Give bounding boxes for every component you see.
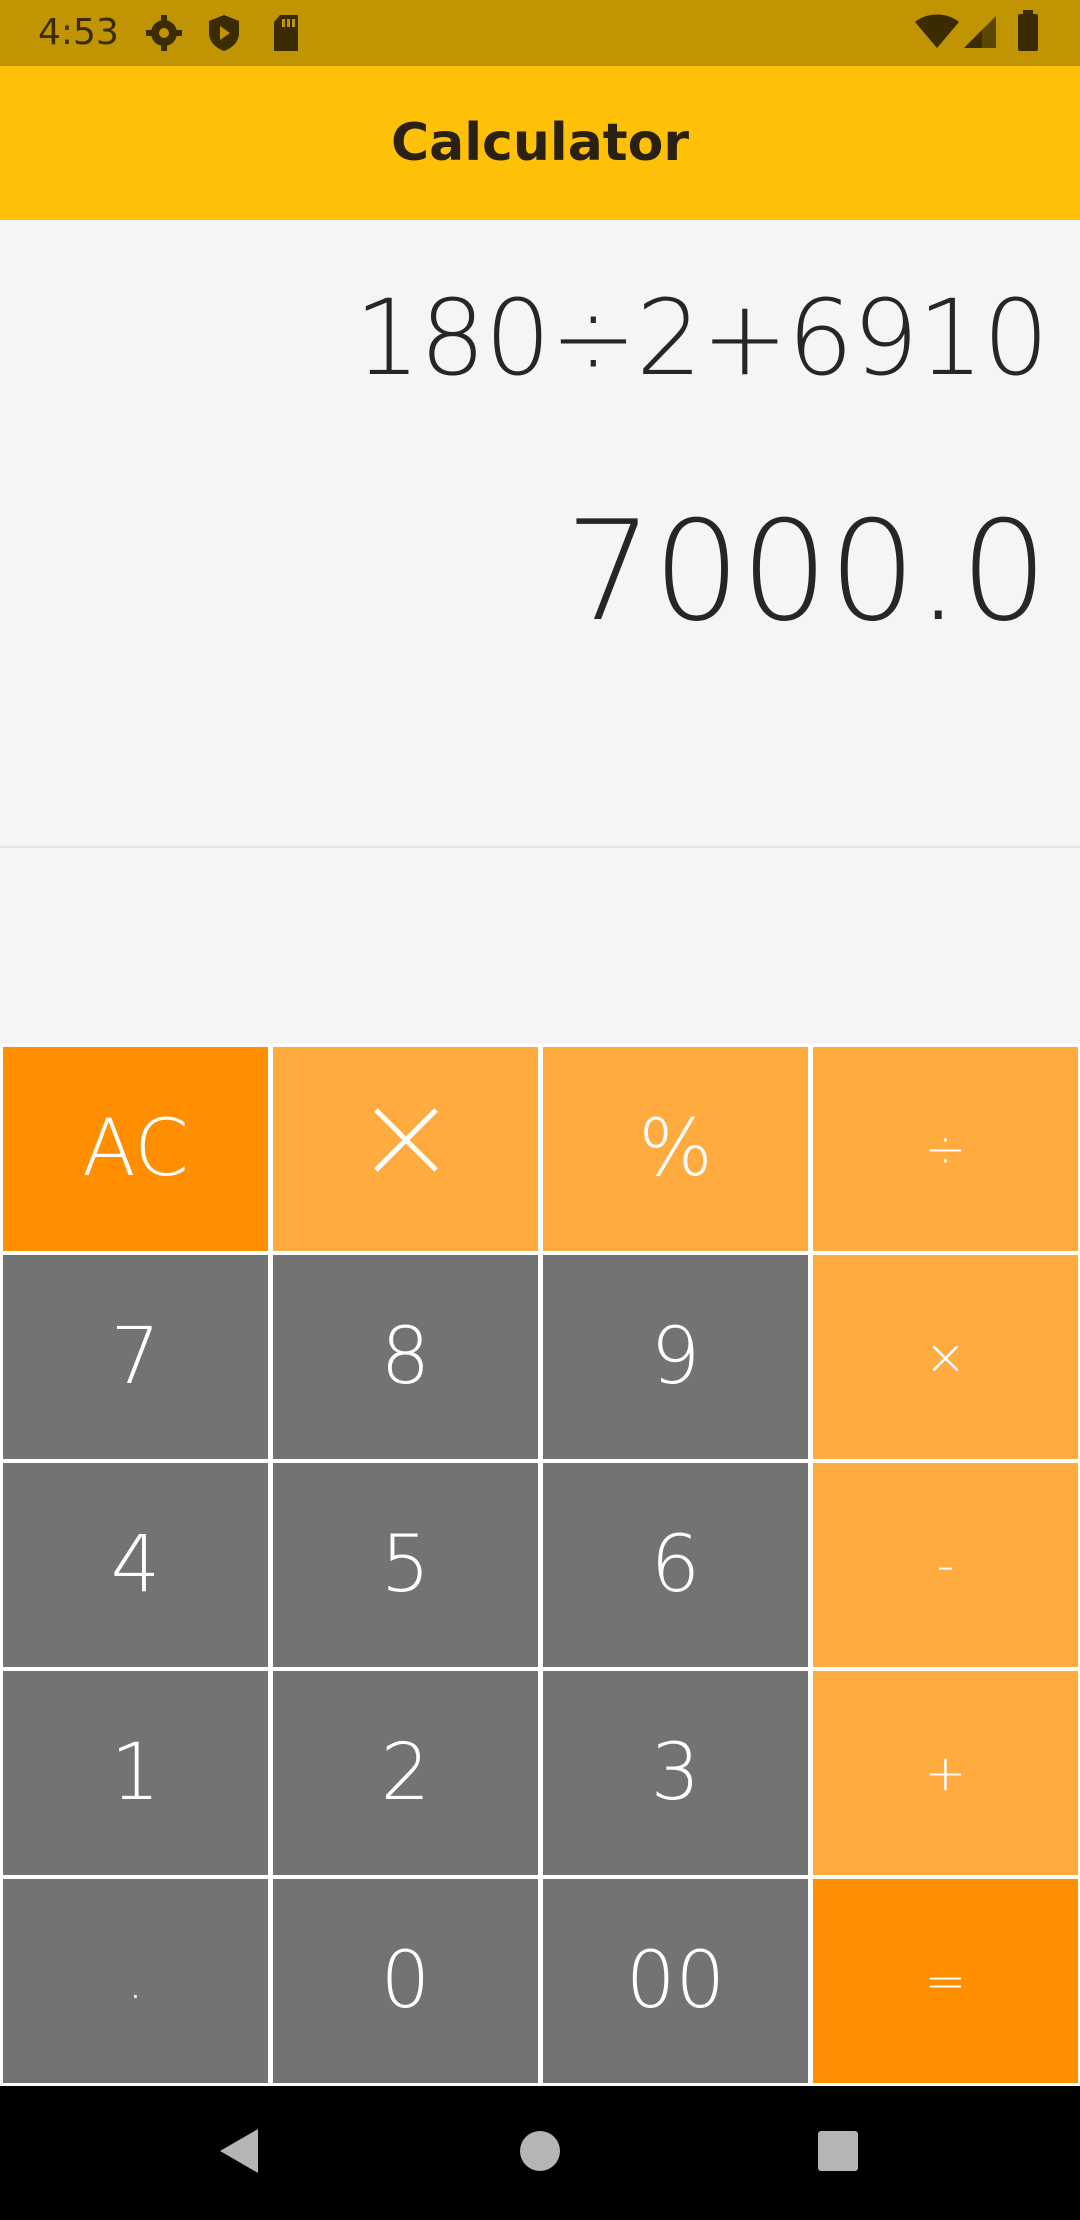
add-label: + [924, 1744, 967, 1802]
calculator-display: 180÷2+6910 7000.0 [0, 220, 1080, 848]
digit-2-button[interactable]: 2 [273, 1671, 538, 1875]
status-time: 4:53 [38, 12, 119, 53]
page-title: Calculator [390, 113, 690, 173]
digit-label: 6 [650, 1520, 701, 1610]
home-circle-icon [518, 2129, 562, 2177]
status-bar: 4:53 [0, 0, 1080, 66]
shield-play-icon [206, 13, 242, 57]
digit-label: 0 [380, 1936, 431, 2026]
recents-button[interactable] [798, 2086, 878, 2220]
digit-8-button[interactable]: 8 [273, 1255, 538, 1459]
percent-label: % [638, 1104, 713, 1194]
back-triangle-icon [218, 2127, 262, 2179]
cell-signal-icon [962, 14, 998, 54]
decimal-button[interactable]: . [3, 1879, 268, 2083]
result-text: 7000.0 [565, 491, 1048, 652]
double-zero-button[interactable]: 00 [543, 1879, 808, 2083]
digit-label: 9 [650, 1312, 701, 1402]
digit-1-button[interactable]: 1 [3, 1671, 268, 1875]
multiply-button[interactable]: × [813, 1255, 1078, 1459]
clear-button[interactable]: AC [3, 1047, 268, 1251]
backspace-x-icon [370, 1104, 442, 1195]
navigation-bar [0, 2086, 1080, 2220]
subtract-button[interactable]: - [813, 1463, 1078, 1667]
sd-card-icon [270, 13, 302, 57]
digit-5-button[interactable]: 5 [273, 1463, 538, 1667]
digit-6-button[interactable]: 6 [543, 1463, 808, 1667]
percent-button[interactable]: % [543, 1047, 808, 1251]
digit-3-button[interactable]: 3 [543, 1671, 808, 1875]
digit-label: 5 [380, 1520, 431, 1610]
battery-icon [1016, 10, 1040, 56]
divide-label: ÷ [924, 1120, 967, 1178]
decimal-label: . [127, 1952, 144, 2010]
multiply-label: × [924, 1328, 967, 1386]
app-bar: Calculator [0, 66, 1080, 220]
subtract-label: - [936, 1536, 955, 1594]
digit-9-button[interactable]: 9 [543, 1255, 808, 1459]
digit-label: 3 [650, 1728, 701, 1818]
equals-button[interactable]: = [813, 1879, 1078, 2083]
expression-text: 180÷2+6910 [354, 277, 1049, 399]
digit-4-button[interactable]: 4 [3, 1463, 268, 1667]
wifi-icon [914, 14, 960, 54]
backspace-button[interactable] [273, 1047, 538, 1251]
digit-label: 1 [110, 1728, 161, 1818]
gear-icon [144, 13, 184, 57]
back-button[interactable] [200, 2086, 280, 2220]
digit-label: 2 [380, 1728, 431, 1818]
digit-7-button[interactable]: 7 [3, 1255, 268, 1459]
digit-label: 00 [625, 1936, 726, 2026]
divide-button[interactable]: ÷ [813, 1047, 1078, 1251]
equals-label: = [924, 1952, 967, 2010]
digit-label: 8 [380, 1312, 431, 1402]
digit-label: 4 [110, 1520, 161, 1610]
keypad: AC % ÷ 7 8 9 × 4 5 6 - 1 2 3 + . 0 00 = [0, 1044, 1080, 2086]
home-button[interactable] [500, 2086, 580, 2220]
add-button[interactable]: + [813, 1671, 1078, 1875]
digit-0-button[interactable]: 0 [273, 1879, 538, 2083]
clear-label: AC [82, 1104, 189, 1194]
recents-square-icon [817, 2130, 859, 2176]
digit-label: 7 [110, 1312, 161, 1402]
